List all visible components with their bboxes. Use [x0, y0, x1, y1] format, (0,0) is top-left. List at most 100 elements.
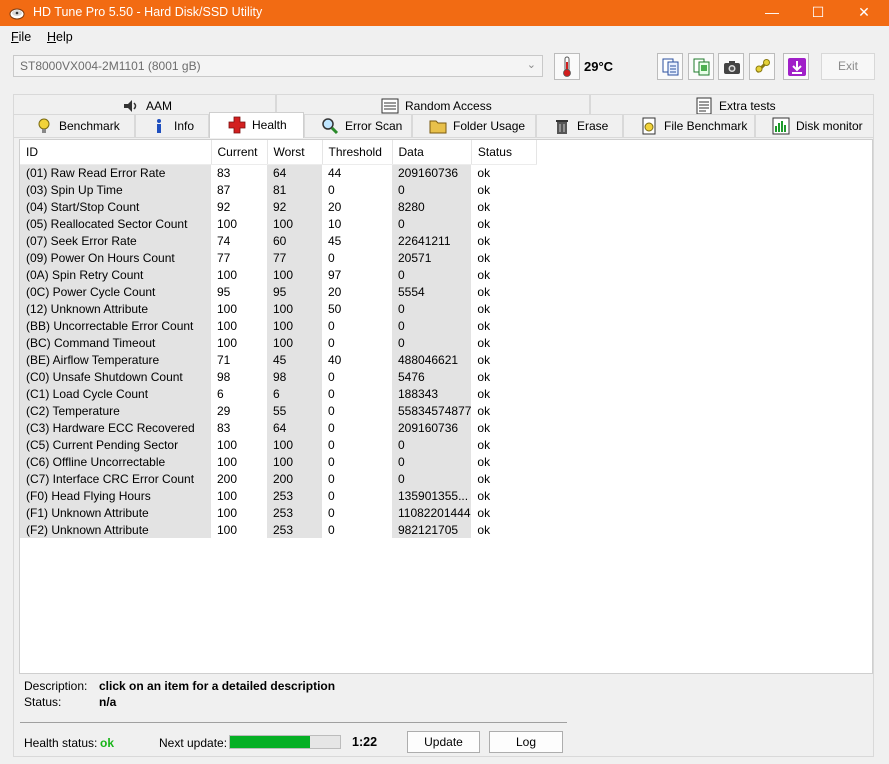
health-status-value: ok: [100, 736, 115, 750]
next-update-progress: [229, 735, 341, 749]
table-row[interactable]: (01) Raw Read Error Rate 83 64 44 209160736 o…: [20, 164, 537, 181]
column-header-threshold[interactable]: Threshold: [322, 140, 393, 165]
table-row[interactable]: (C6) Offline Uncorrectable 100 100 0 0 ok: [20, 453, 537, 470]
attribute-id-cell: (F1) Unknown Attribute: [20, 504, 211, 521]
table-row[interactable]: (BC) Command Timeout 100 100 0 0 ok: [20, 334, 537, 351]
attribute-status-cell: ok: [471, 164, 537, 181]
column-header-status[interactable]: Status: [471, 140, 537, 165]
table-row[interactable]: (07) Seek Error Rate 74 60 45 22641211 ok: [20, 232, 537, 249]
worst-value-cell: 253: [267, 521, 322, 538]
table-row[interactable]: (0C) Power Cycle Count 95 95 20 5554 ok: [20, 283, 537, 300]
raw-data-cell: 0: [392, 436, 472, 453]
worst-value-cell: 81: [267, 181, 322, 198]
tab-disk-monitor[interactable]: Disk monitor: [755, 114, 874, 138]
tab-folder-usage[interactable]: Folder Usage: [412, 114, 536, 138]
benchmark-icon: [38, 118, 50, 133]
exit-button[interactable]: Exit: [821, 53, 875, 80]
close-button[interactable]: ✕: [841, 0, 887, 26]
current-value-cell: 100: [211, 266, 267, 283]
tab-extra-tests[interactable]: Extra tests: [590, 94, 874, 115]
tab-file-benchmark[interactable]: File Benchmark: [623, 114, 755, 138]
worst-value-cell: 100: [267, 317, 322, 334]
table-row[interactable]: (F1) Unknown Attribute 100 253 0 11082201444…: [20, 504, 537, 521]
attribute-id-cell: (C2) Temperature: [20, 402, 211, 419]
tab-benchmark[interactable]: Benchmark: [13, 114, 135, 138]
copy-text-button[interactable]: [657, 53, 683, 80]
table-row[interactable]: (F2) Unknown Attribute 100 253 0 982121705 ok: [20, 521, 537, 538]
table-row[interactable]: (09) Power On Hours Count 77 77 0 20571 ok: [20, 249, 537, 266]
current-value-cell: 98: [211, 368, 267, 385]
current-value-cell: 100: [211, 453, 267, 470]
current-value-cell: 100: [211, 300, 267, 317]
attribute-status-cell: ok: [471, 504, 537, 521]
smart-attribute-list[interactable]: ID Current Worst Threshold Data Status (…: [19, 139, 873, 674]
log-button[interactable]: Log: [489, 731, 563, 753]
table-row[interactable]: (03) Spin Up Time 87 81 0 0 ok: [20, 181, 537, 198]
raw-data-cell: 0: [392, 266, 472, 283]
worst-value-cell: 64: [267, 419, 322, 436]
threshold-value-cell: 20: [322, 198, 392, 215]
attribute-status-cell: ok: [471, 198, 537, 215]
app-icon: [9, 8, 25, 20]
options-button[interactable]: [749, 53, 775, 80]
threshold-value-cell: 97: [322, 266, 392, 283]
attribute-status-cell: ok: [471, 266, 537, 283]
table-row[interactable]: (BE) Airflow Temperature 71 45 40 488046621 o…: [20, 351, 537, 368]
table-row[interactable]: (C0) Unsafe Shutdown Count 98 98 0 5476 ok: [20, 368, 537, 385]
raw-data-cell: 8280: [392, 198, 472, 215]
table-row[interactable]: (0A) Spin Retry Count 100 100 97 0 ok: [20, 266, 537, 283]
tab-error-scan[interactable]: Error Scan: [304, 114, 412, 138]
worst-value-cell: 100: [267, 300, 322, 317]
attribute-status-cell: ok: [471, 249, 537, 266]
column-header-worst[interactable]: Worst: [267, 140, 323, 165]
worst-value-cell: 98: [267, 368, 322, 385]
tab-health[interactable]: Health: [209, 112, 304, 138]
raw-data-cell: 0: [392, 181, 472, 198]
attribute-id-cell: (BB) Uncorrectable Error Count: [20, 317, 211, 334]
menu-file[interactable]: File: [11, 30, 31, 44]
current-value-cell: 83: [211, 419, 267, 436]
update-button[interactable]: Update: [407, 731, 480, 753]
column-header-current[interactable]: Current: [211, 140, 268, 165]
table-row[interactable]: (C5) Current Pending Sector 100 100 0 0 ok: [20, 436, 537, 453]
screenshot-button[interactable]: [718, 53, 744, 80]
table-row[interactable]: (C3) Hardware ECC Recovered 83 64 0 20916073…: [20, 419, 537, 436]
save-button[interactable]: [783, 53, 809, 80]
table-row[interactable]: (C7) Interface CRC Error Count 200 200 0 0 ok: [20, 470, 537, 487]
maximize-button[interactable]: ☐: [795, 0, 841, 26]
column-header-id[interactable]: ID: [20, 140, 212, 165]
attribute-id-cell: (C7) Interface CRC Error Count: [20, 470, 211, 487]
current-value-cell: 29: [211, 402, 267, 419]
smart-table: ID Current Worst Threshold Data Status (…: [20, 140, 537, 538]
worst-value-cell: 100: [267, 334, 322, 351]
menu-help[interactable]: Help: [47, 30, 73, 44]
current-value-cell: 100: [211, 504, 267, 521]
attribute-id-cell: (BC) Command Timeout: [20, 334, 211, 351]
copy-image-button[interactable]: [688, 53, 714, 80]
magnifier-icon: [322, 118, 339, 135]
attribute-id-cell: (0C) Power Cycle Count: [20, 283, 211, 300]
table-row[interactable]: (12) Unknown Attribute 100 100 50 0 ok: [20, 300, 537, 317]
tab-erase[interactable]: Erase: [536, 114, 623, 138]
attribute-status-value: n/a: [99, 695, 117, 709]
current-value-cell: 6: [211, 385, 267, 402]
attribute-status-cell: ok: [471, 453, 537, 470]
raw-data-cell: 11082201444: [392, 504, 472, 521]
window-title: HD Tune Pro 5.50 - Hard Disk/SSD Utility: [33, 5, 263, 19]
tab-random-access[interactable]: Random Access: [276, 94, 590, 114]
drive-select[interactable]: ST8000VX004-2M1101 (8001 gB) ⌄: [13, 55, 543, 77]
table-row[interactable]: (F0) Head Flying Hours 100 253 0 135901355..…: [20, 487, 537, 504]
tab-info[interactable]: Info: [135, 114, 209, 138]
tab-aam[interactable]: AAM: [13, 94, 276, 114]
table-row[interactable]: (C1) Load Cycle Count 6 6 0 188343 ok: [20, 385, 537, 402]
attribute-id-cell: (BE) Airflow Temperature: [20, 351, 211, 368]
table-row[interactable]: (BB) Uncorrectable Error Count 100 100 0 0 ok: [20, 317, 537, 334]
info-icon: [157, 119, 161, 133]
table-row[interactable]: (05) Reallocated Sector Count 100 100 10 0 ok: [20, 215, 537, 232]
table-row[interactable]: (C2) Temperature 29 55 0 55834574877 ok: [20, 402, 537, 419]
minimize-button[interactable]: —: [749, 0, 795, 26]
attribute-id-cell: (F0) Head Flying Hours: [20, 487, 211, 504]
table-row[interactable]: (04) Start/Stop Count 92 92 20 8280 ok: [20, 198, 537, 215]
column-header-data[interactable]: Data: [392, 140, 472, 165]
attribute-id-cell: (09) Power On Hours Count: [20, 249, 211, 266]
